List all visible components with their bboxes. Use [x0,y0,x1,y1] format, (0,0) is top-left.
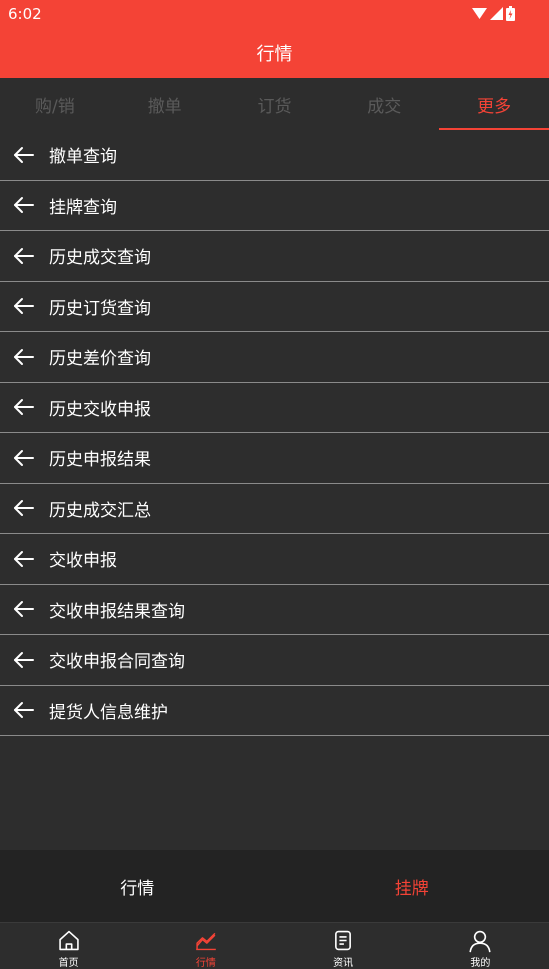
menu-item-label: 交收申报结果查询 [49,601,185,622]
menu-item-label: 历史成交汇总 [49,500,151,521]
home-icon [58,930,79,951]
menu-item-label: 交收申报合同查询 [49,652,185,673]
tab-cancel-order[interactable]: 撤单 [110,78,220,130]
status-time: 6:02 [8,5,42,23]
arrow-left-icon [14,298,34,315]
tab-buy-sell[interactable]: 购/销 [0,78,110,130]
menu-item-label: 交收申报 [49,551,117,572]
top-tabs: 购/销 撤单 订货 成交 更多 [0,78,549,130]
status-bar: 6:02 [0,0,549,28]
menu-item[interactable]: 历史差价查询 [0,332,549,383]
nav-home-label: 首页 [58,958,79,969]
arrow-left-icon [14,348,34,365]
nav-profile[interactable]: 我的 [412,923,549,969]
sub-tab-market[interactable]: 行情 [0,850,275,922]
menu-item[interactable]: 交收申报 [0,534,549,585]
status-icons [472,6,515,21]
menu-item-label: 历史订货查询 [49,298,151,319]
arrow-left-icon [14,449,34,466]
menu-item[interactable]: 历史申报结果 [0,433,549,484]
arrow-left-icon [14,197,34,214]
arrow-left-icon [14,146,34,163]
app-header: 行情 [0,28,549,78]
menu-item-label: 历史交收申报 [49,399,151,420]
tab-deal[interactable]: 成交 [329,78,439,130]
menu-item-label: 历史差价查询 [49,349,151,370]
nav-profile-label: 我的 [470,958,491,969]
menu-item[interactable]: 撤单查询 [0,130,549,181]
signal-icon [490,7,503,20]
nav-market-label: 行情 [195,958,216,969]
chart-icon [196,932,216,951]
menu-item-label: 提货人信息维护 [49,702,168,723]
menu-item[interactable]: 历史成交查询 [0,231,549,282]
menu-item-label: 历史成交查询 [49,248,151,269]
wifi-icon [472,8,487,19]
menu-item[interactable]: 交收申报结果查询 [0,585,549,635]
nav-news-label: 资讯 [333,958,354,969]
menu-item[interactable]: 交收申报合同查询 [0,635,549,686]
menu-item[interactable]: 历史成交汇总 [0,484,549,534]
bottom-nav: 首页 行情 资讯 我的 [0,922,549,969]
nav-news[interactable]: 资讯 [275,923,412,969]
tab-order[interactable]: 订货 [220,78,330,130]
page-title: 行情 [256,44,293,65]
arrow-left-icon [14,399,34,416]
profile-icon [469,930,491,953]
arrow-left-icon [14,247,34,264]
arrow-left-icon [14,500,34,517]
arrow-left-icon [14,702,34,719]
tab-more[interactable]: 更多 [439,78,549,130]
menu-item-label: 挂牌查询 [49,197,117,218]
arrow-left-icon [14,651,34,668]
arrow-left-icon [14,550,34,567]
nav-home[interactable]: 首页 [0,923,137,969]
arrow-left-icon [14,601,34,618]
menu-item-label: 历史申报结果 [49,450,151,471]
menu-item[interactable]: 提货人信息维护 [0,686,549,736]
sub-tab-listing[interactable]: 挂牌 [275,850,549,922]
sub-tabs: 行情 挂牌 [0,850,549,922]
menu-item[interactable]: 挂牌查询 [0,181,549,231]
news-icon [335,930,352,951]
menu-item[interactable]: 历史交收申报 [0,383,549,433]
menu-item-label: 撤单查询 [49,147,117,168]
battery-icon [506,6,515,21]
menu-item[interactable]: 历史订货查询 [0,282,549,332]
menu-list: 撤单查询挂牌查询历史成交查询 历史订货查询 历史差价查询 历史交收申报 历史申报结果 历史… [0,130,549,736]
nav-market[interactable]: 行情 [137,923,274,969]
